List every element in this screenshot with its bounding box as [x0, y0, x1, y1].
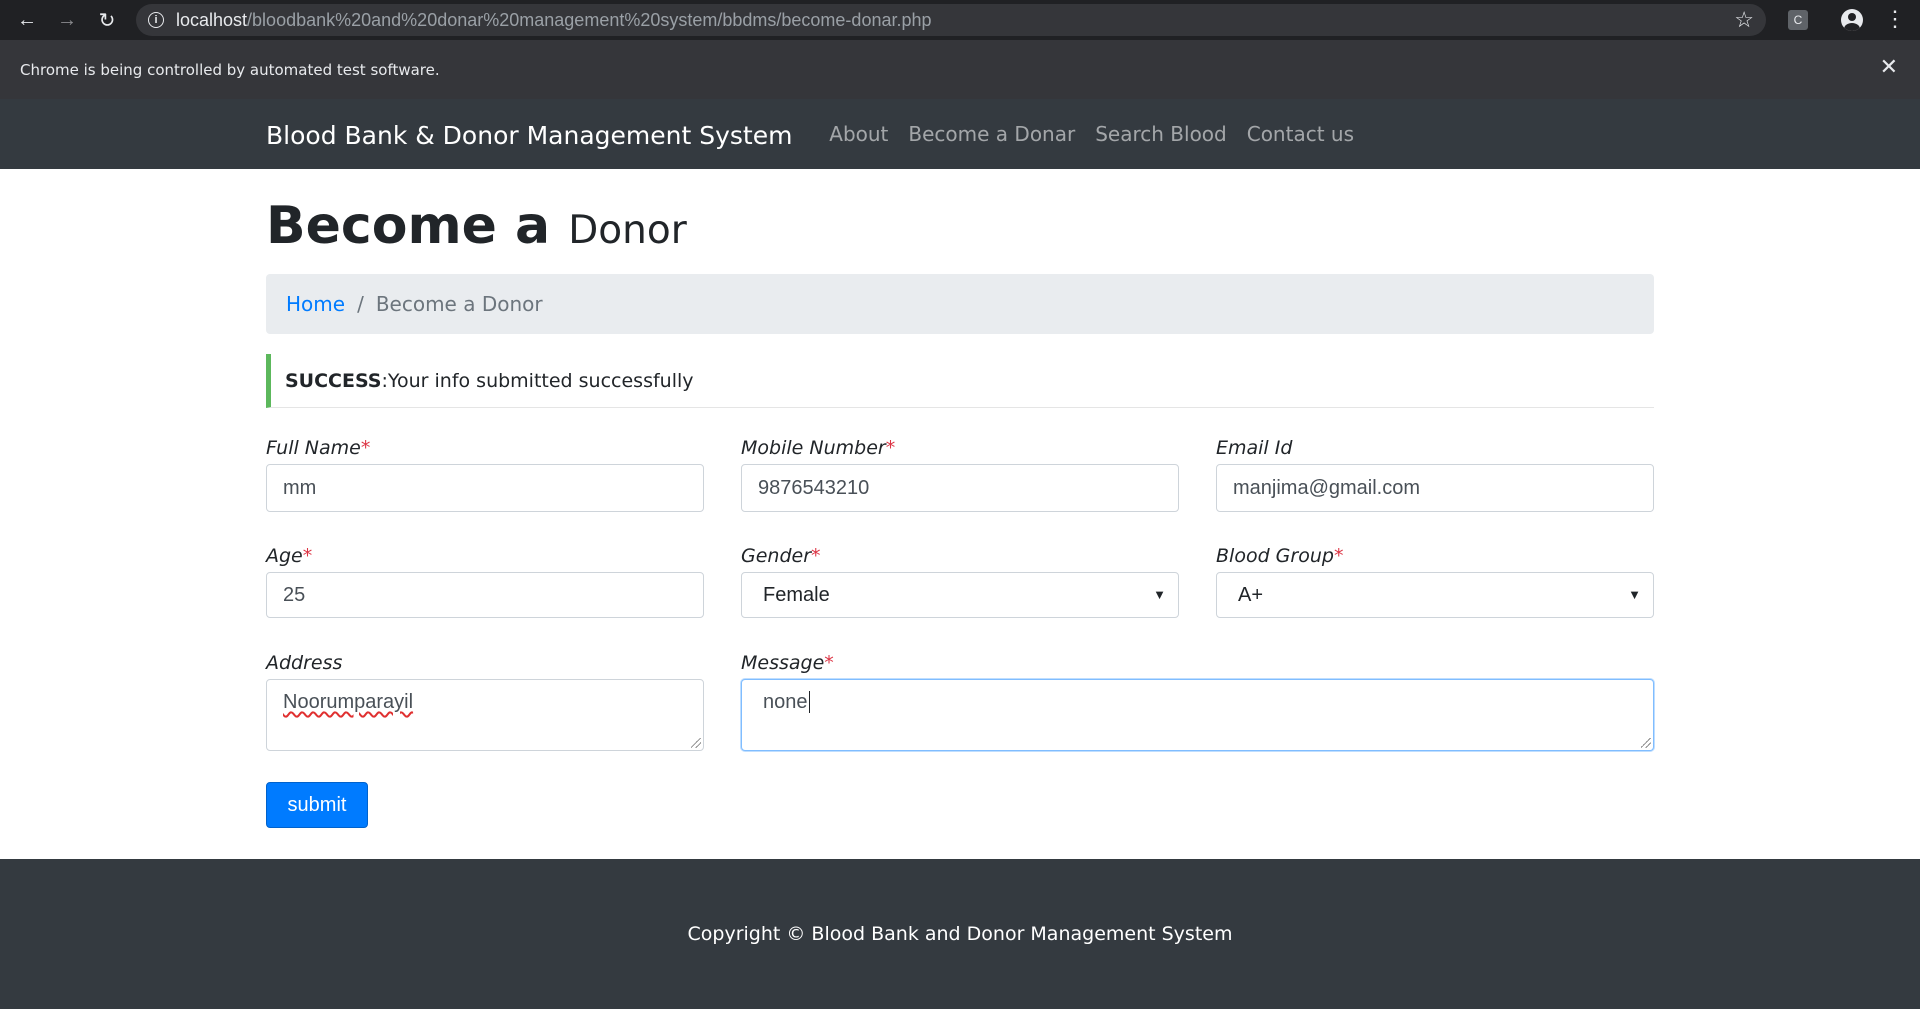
brand-link[interactable]: Blood Bank & Donor Management System: [266, 121, 792, 150]
required-mark: *: [360, 437, 371, 459]
mobile-number-input[interactable]: 9876543210: [741, 464, 1179, 512]
gender-label-text: Gender: [741, 545, 812, 567]
success-alert: SUCCESS :Your info submitted successfull…: [266, 354, 1654, 408]
address-bar[interactable]: i localhost /bloodbank%20and%20donar%20m…: [136, 4, 1766, 36]
close-icon[interactable]: ✕: [1880, 54, 1898, 80]
gender-select[interactable]: Female ▼: [741, 572, 1179, 618]
blood-group-label: Blood Group*: [1216, 545, 1343, 567]
age-input[interactable]: 25: [266, 572, 704, 618]
age-value: 25: [283, 583, 306, 606]
nav-link-search-blood[interactable]: Search Blood: [1095, 122, 1227, 146]
mobile-number-label: Mobile Number*: [741, 437, 895, 459]
full-name-value: mm: [283, 476, 317, 499]
message-label-text: Message: [741, 652, 825, 674]
nav-link-about[interactable]: About: [829, 122, 888, 146]
address-value: Noorumparayil: [283, 691, 414, 713]
reload-icon[interactable]: ↻: [90, 0, 124, 40]
nav-links: About Become a Donar Search Blood Contac…: [809, 122, 1354, 146]
footer: Copyright © Blood Bank and Donor Managem…: [0, 859, 1920, 1009]
forward-arrow-icon[interactable]: →: [50, 0, 84, 40]
email-label: Email Id: [1216, 437, 1292, 459]
browser-toolbar: ← → ↻ i localhost /bloodbank%20and%20don…: [0, 0, 1920, 40]
address-label: Address: [266, 652, 342, 674]
address-label-text: Address: [266, 652, 343, 674]
required-mark: *: [824, 652, 834, 674]
age-label-text: Age: [266, 545, 303, 567]
alert-title: SUCCESS: [285, 369, 382, 392]
text-caret: [808, 691, 810, 713]
page-title-small: Donor: [568, 208, 687, 253]
required-mark: *: [811, 545, 821, 567]
dropdown-arrow-icon: ▼: [1628, 587, 1641, 602]
extension-icon[interactable]: C: [1788, 10, 1808, 30]
full-name-label: Full Name*: [266, 437, 370, 459]
bookmark-star-icon[interactable]: ☆: [1734, 7, 1754, 33]
alert-message: :Your info submitted successfully: [381, 369, 694, 392]
automation-infobar: Chrome is being controlled by automated …: [0, 40, 1920, 100]
nav-link-contact-us[interactable]: Contact us: [1247, 122, 1354, 146]
message-textarea[interactable]: none: [741, 679, 1654, 751]
site-info-icon[interactable]: i: [148, 12, 164, 28]
site-navbar: Blood Bank & Donor Management System Abo…: [0, 99, 1920, 169]
breadcrumb-current: Become a Donor: [375, 292, 543, 316]
footer-copyright: Copyright © Blood Bank and Donor Managem…: [687, 923, 1233, 945]
email-input[interactable]: manjima@gmail.com: [1216, 464, 1654, 512]
message-value: none: [763, 691, 808, 713]
message-label: Message*: [741, 652, 834, 674]
nav-link-become-donar[interactable]: Become a Donar: [908, 122, 1075, 146]
blood-group-label-text: Blood Group: [1216, 545, 1334, 567]
required-mark: *: [885, 437, 896, 459]
resize-handle-icon[interactable]: [1641, 738, 1651, 748]
address-textarea[interactable]: Noorumparayil: [266, 679, 704, 751]
age-label: Age*: [266, 545, 312, 567]
breadcrumb: Home / Become a Donor: [266, 274, 1654, 334]
required-mark: *: [1333, 545, 1344, 567]
kebab-menu-icon[interactable]: ⋮: [1884, 6, 1906, 32]
breadcrumb-separator: /: [357, 292, 364, 316]
email-label-text: Email Id: [1216, 437, 1293, 459]
mobile-number-value: 9876543210: [758, 476, 870, 499]
back-arrow-icon[interactable]: ←: [10, 0, 44, 40]
url-path: /bloodbank%20and%20donar%20management%20…: [247, 9, 932, 30]
full-name-label-text: Full Name: [266, 437, 361, 459]
gender-value: Female: [763, 583, 830, 606]
page-title: Become a Donor: [266, 196, 687, 256]
breadcrumb-home-link[interactable]: Home: [286, 292, 345, 316]
gender-label: Gender*: [741, 545, 821, 567]
submit-button[interactable]: submit: [266, 782, 368, 828]
full-name-input[interactable]: mm: [266, 464, 704, 512]
required-mark: *: [302, 545, 313, 567]
mobile-number-label-text: Mobile Number: [741, 437, 886, 459]
blood-group-value: A+: [1238, 583, 1264, 606]
account-icon[interactable]: [1841, 9, 1863, 31]
dropdown-arrow-icon: ▼: [1153, 587, 1166, 602]
automation-notice: Chrome is being controlled by automated …: [20, 61, 440, 79]
page-title-main: Become a: [266, 196, 551, 256]
email-value: manjima@gmail.com: [1233, 476, 1421, 499]
blood-group-select[interactable]: A+ ▼: [1216, 572, 1654, 618]
url-host: localhost: [176, 9, 248, 30]
resize-handle-icon[interactable]: [691, 738, 701, 748]
